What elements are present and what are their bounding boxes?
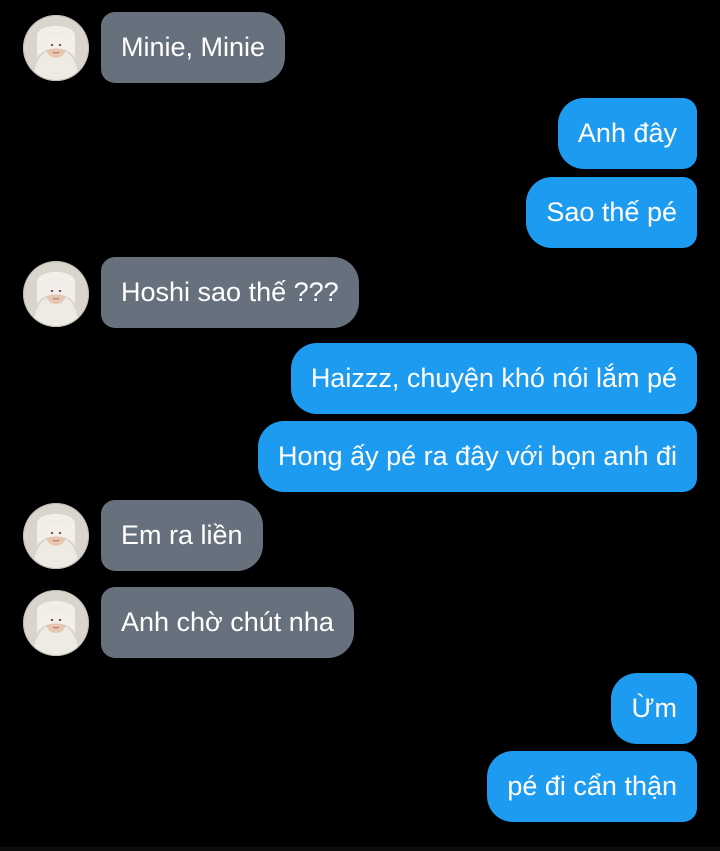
contact-avatar-icon[interactable] bbox=[23, 503, 89, 569]
bottom-divider bbox=[0, 847, 720, 851]
message-bubble-outgoing[interactable]: Ừm bbox=[611, 673, 697, 744]
message-bubble-outgoing[interactable]: Haizzz, chuyện khó nói lắm pé bbox=[290, 343, 697, 414]
message-bubble-incoming[interactable]: Hoshi sao thế ??? bbox=[101, 257, 359, 328]
chat-thread: Minie, Minie Anh đây Sao thế pé Hoshi sa… bbox=[0, 0, 720, 851]
message-bubble-outgoing[interactable]: Hong ấy pé ra đây với bọn anh đi bbox=[258, 421, 697, 492]
message-bubble-outgoing[interactable]: pé đi cẩn thận bbox=[487, 751, 697, 822]
message-bubble-outgoing[interactable]: Anh đây bbox=[557, 98, 697, 169]
message-bubble-incoming[interactable]: Em ra liền bbox=[101, 500, 263, 571]
contact-avatar-icon[interactable] bbox=[23, 15, 89, 81]
message-bubble-incoming[interactable]: Anh chờ chút nha bbox=[101, 587, 354, 658]
message-bubble-outgoing[interactable]: Sao thế pé bbox=[526, 177, 697, 248]
message-bubble-incoming[interactable]: Minie, Minie bbox=[101, 12, 286, 83]
contact-avatar-icon[interactable] bbox=[23, 590, 89, 656]
contact-avatar-icon[interactable] bbox=[23, 261, 89, 327]
